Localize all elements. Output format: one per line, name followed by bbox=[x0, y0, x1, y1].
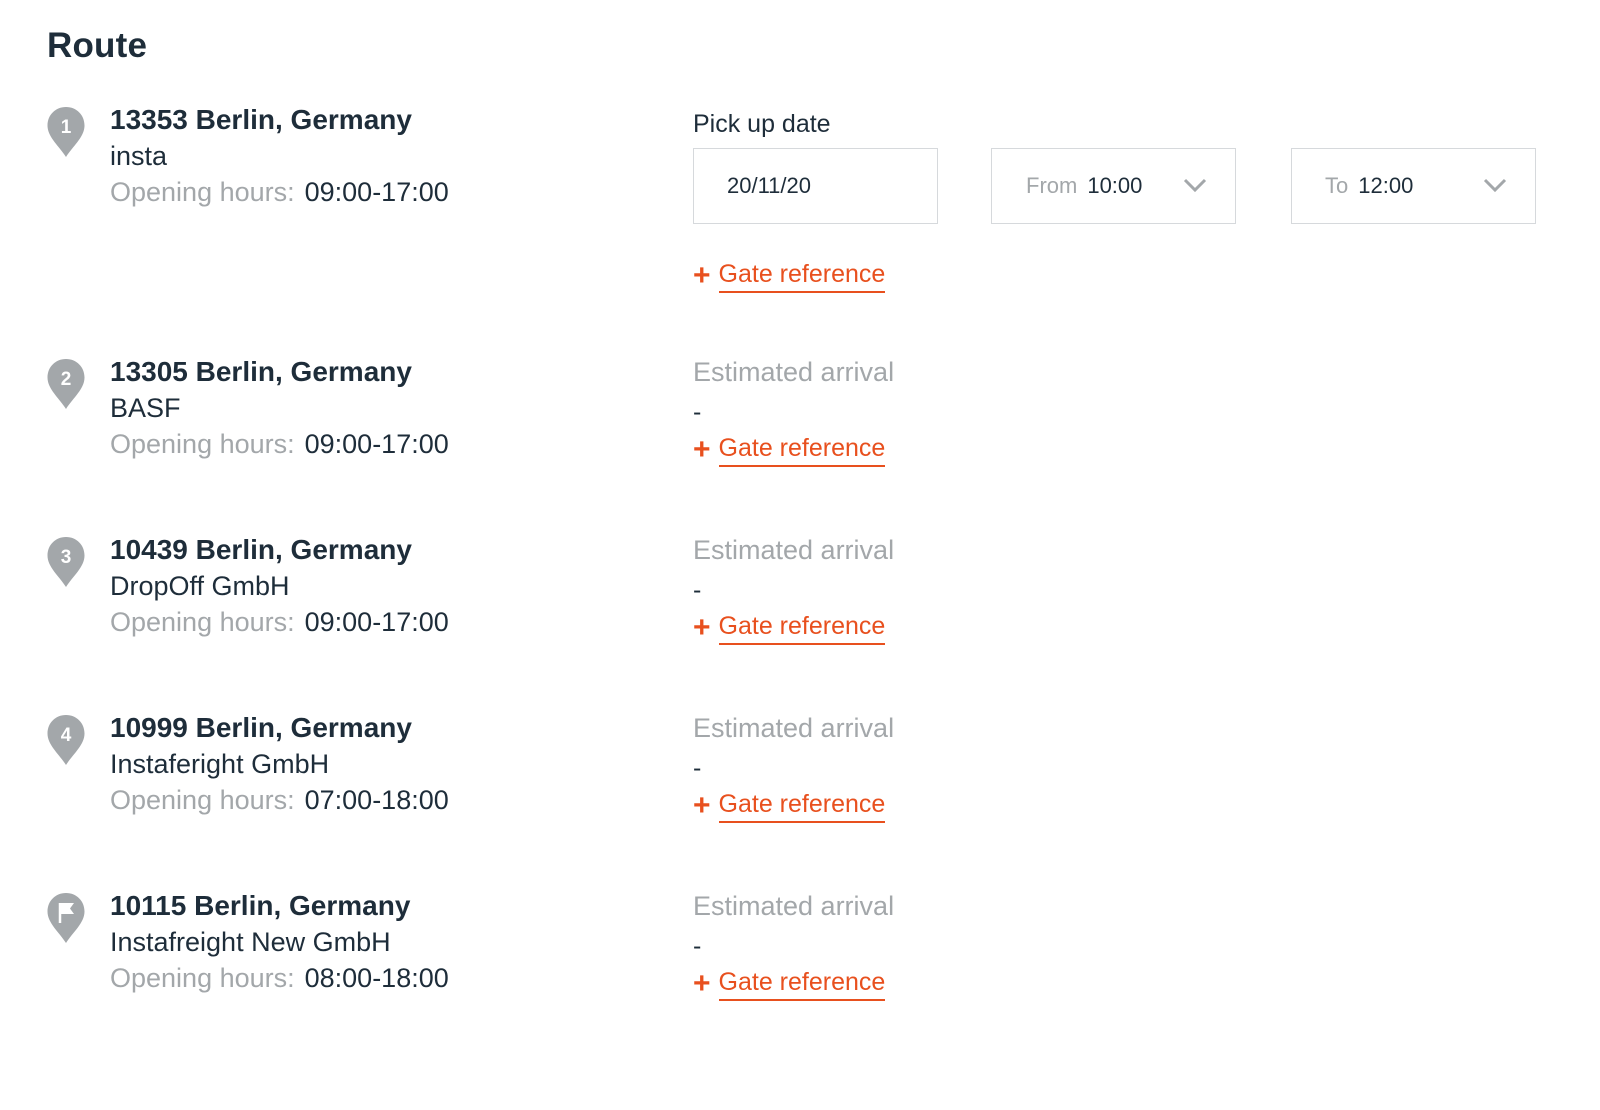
pickup-to-select[interactable]: To 12:00 bbox=[1291, 148, 1536, 224]
estimated-arrival-value: - bbox=[693, 932, 702, 960]
stop-address: 10999 Berlin, Germany bbox=[110, 712, 412, 743]
from-label: From bbox=[1026, 173, 1078, 198]
opening-hours-value: 09:00-17:00 bbox=[304, 607, 449, 637]
stop-details: 10115 Berlin, Germany Instafreight New G… bbox=[110, 888, 650, 996]
chevron-down-icon bbox=[1483, 178, 1507, 193]
gate-reference-label: Gate reference bbox=[718, 788, 886, 823]
plus-icon: + bbox=[693, 966, 711, 1000]
opening-hours-label: Opening hours: bbox=[110, 963, 295, 993]
add-gate-reference-link[interactable]: + Gate reference bbox=[693, 258, 886, 293]
gate-reference-wrapper: + Gate reference bbox=[693, 788, 1573, 823]
plus-icon: + bbox=[693, 788, 711, 822]
stop-company: Instaferight GmbH bbox=[110, 749, 330, 779]
arrival-section: Estimated arrival - + Gate reference bbox=[693, 888, 1573, 1001]
stop-marker-number: 3 bbox=[61, 547, 72, 568]
opening-hours-label: Opening hours: bbox=[110, 429, 295, 459]
map-pin-icon: 1 bbox=[46, 106, 86, 158]
opening-hours-label: Opening hours: bbox=[110, 607, 295, 637]
from-value: 10:00 bbox=[1087, 173, 1143, 198]
opening-hours-label: Opening hours: bbox=[110, 785, 295, 815]
stop-marker-number: 1 bbox=[61, 117, 72, 138]
pickup-from-select[interactable]: From 10:00 bbox=[991, 148, 1236, 224]
route-page: Route 1 13353 Berlin, Germany insta Open… bbox=[0, 0, 1600, 1110]
stop-details: 13305 Berlin, Germany BASF Opening hours… bbox=[110, 354, 650, 462]
stop-marker-number: 2 bbox=[61, 369, 72, 390]
estimated-arrival-label: Estimated arrival bbox=[693, 357, 895, 387]
gate-reference-wrapper: + Gate reference bbox=[693, 966, 1573, 1001]
add-gate-reference-link[interactable]: + Gate reference bbox=[693, 966, 886, 1001]
map-pin-icon: 4 bbox=[46, 714, 86, 766]
estimated-arrival-value: - bbox=[693, 754, 702, 782]
plus-icon: + bbox=[693, 258, 711, 292]
opening-hours-label: Opening hours: bbox=[110, 177, 295, 207]
estimated-arrival-label: Estimated arrival bbox=[693, 535, 895, 565]
gate-reference-wrapper: + Gate reference bbox=[693, 610, 1573, 645]
stop-details: 10999 Berlin, Germany Instaferight GmbH … bbox=[110, 710, 650, 818]
route-stop-2: 2 13305 Berlin, Germany BASF Opening hou… bbox=[0, 354, 1600, 514]
stop-company: insta bbox=[110, 141, 168, 171]
opening-hours: Opening hours: 09:00-17:00 bbox=[110, 426, 650, 462]
pickup-date-value: 20/11/20 bbox=[727, 173, 812, 198]
estimated-arrival-label: Estimated arrival bbox=[693, 713, 895, 743]
stop-address: 13353 Berlin, Germany bbox=[110, 104, 412, 135]
arrival-section: Estimated arrival - + Gate reference bbox=[693, 354, 1573, 467]
opening-hours-value: 07:00-18:00 bbox=[304, 785, 449, 815]
add-gate-reference-link[interactable]: + Gate reference bbox=[693, 788, 886, 823]
route-stop-3: 3 10439 Berlin, Germany DropOff GmbH Ope… bbox=[0, 532, 1600, 692]
stop-details: 10439 Berlin, Germany DropOff GmbH Openi… bbox=[110, 532, 650, 640]
route-stop-4: 4 10999 Berlin, Germany Instaferight Gmb… bbox=[0, 710, 1600, 870]
chevron-down-icon bbox=[1183, 178, 1207, 193]
estimated-arrival-value: - bbox=[693, 576, 702, 604]
add-gate-reference-link[interactable]: + Gate reference bbox=[693, 610, 886, 645]
flag-pin-icon bbox=[46, 892, 86, 944]
map-pin-icon: 2 bbox=[46, 358, 86, 410]
estimated-arrival-label: Estimated arrival bbox=[693, 891, 895, 921]
gate-reference-wrapper: + Gate reference bbox=[693, 258, 1573, 293]
stop-address: 10439 Berlin, Germany bbox=[110, 534, 412, 565]
opening-hours-value: 08:00-18:00 bbox=[304, 963, 449, 993]
map-pin-icon: 3 bbox=[46, 536, 86, 588]
stop-company: BASF bbox=[110, 393, 181, 423]
gate-reference-label: Gate reference bbox=[718, 258, 886, 293]
page-title: Route bbox=[47, 26, 148, 65]
opening-hours-value: 09:00-17:00 bbox=[304, 177, 449, 207]
route-stop-destination: 10115 Berlin, Germany Instafreight New G… bbox=[0, 888, 1600, 1048]
estimated-arrival-value: - bbox=[693, 398, 702, 426]
gate-reference-label: Gate reference bbox=[718, 966, 886, 1001]
plus-icon: + bbox=[693, 432, 711, 466]
pickup-section: Pick up date 20/11/20 From 10:00 To 12:0… bbox=[693, 106, 1573, 293]
pickup-date-label: Pick up date bbox=[693, 110, 831, 138]
opening-hours: Opening hours: 09:00-17:00 bbox=[110, 604, 650, 640]
pickup-date-input[interactable]: 20/11/20 bbox=[693, 148, 938, 224]
route-stop-1: 1 13353 Berlin, Germany insta Opening ho… bbox=[0, 102, 1600, 293]
opening-hours-value: 09:00-17:00 bbox=[304, 429, 449, 459]
gate-reference-label: Gate reference bbox=[718, 610, 886, 645]
stop-address: 10115 Berlin, Germany bbox=[110, 890, 411, 921]
stop-address: 13305 Berlin, Germany bbox=[110, 356, 412, 387]
stop-company: Instafreight New GmbH bbox=[110, 927, 391, 957]
opening-hours: Opening hours: 08:00-18:00 bbox=[110, 960, 650, 996]
arrival-section: Estimated arrival - + Gate reference bbox=[693, 710, 1573, 823]
to-label: To bbox=[1325, 173, 1349, 198]
gate-reference-label: Gate reference bbox=[718, 432, 886, 467]
to-value: 12:00 bbox=[1358, 173, 1414, 198]
stop-details: 13353 Berlin, Germany insta Opening hour… bbox=[110, 102, 650, 210]
stop-marker-number: 4 bbox=[61, 725, 72, 746]
stop-company: DropOff GmbH bbox=[110, 571, 290, 601]
opening-hours: Opening hours: 09:00-17:00 bbox=[110, 174, 650, 210]
arrival-section: Estimated arrival - + Gate reference bbox=[693, 532, 1573, 645]
pickup-fields: 20/11/20 From 10:00 To 12:00 bbox=[693, 148, 1573, 228]
gate-reference-wrapper: + Gate reference bbox=[693, 432, 1573, 467]
opening-hours: Opening hours: 07:00-18:00 bbox=[110, 782, 650, 818]
plus-icon: + bbox=[693, 610, 711, 644]
add-gate-reference-link[interactable]: + Gate reference bbox=[693, 432, 886, 467]
